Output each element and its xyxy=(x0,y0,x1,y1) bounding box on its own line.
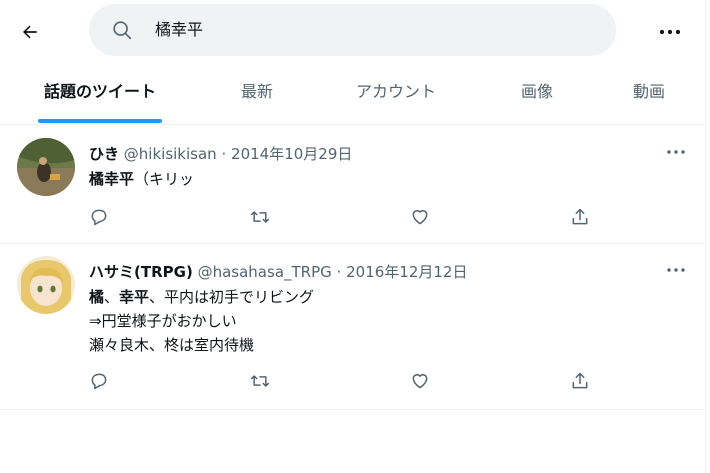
more-horizontal-icon xyxy=(659,29,681,35)
tweet-text-rest: 、平内は初手でリビング xyxy=(149,288,315,306)
reply-icon xyxy=(91,209,107,226)
column-border xyxy=(705,0,706,473)
tweet-date[interactable]: 2016年12月12日 xyxy=(346,263,467,281)
tweet-text-line: 橘、幸平、平内は初手でリビング xyxy=(89,285,314,309)
active-tab-indicator xyxy=(38,119,162,123)
share-icon xyxy=(572,208,588,225)
retweet-button[interactable] xyxy=(247,204,273,230)
separator: · xyxy=(221,145,227,163)
avatar[interactable] xyxy=(17,256,75,314)
more-options-button[interactable] xyxy=(652,14,688,50)
avatar-image xyxy=(17,138,75,196)
handle[interactable]: @hasahasa_TRPG xyxy=(198,263,332,281)
search-tabs: 話題のツイート 最新 アカウント 画像 動画 xyxy=(0,62,705,125)
reply-button[interactable] xyxy=(86,368,112,394)
search-box[interactable] xyxy=(89,4,616,56)
tweet[interactable]: ひき @hikisikisan · 2014年10月29日 橘幸平（キリッ xyxy=(0,126,705,244)
highlight-text: 幸平 xyxy=(119,288,150,306)
highlight-text: 橘 xyxy=(89,288,105,306)
tab-latest[interactable]: 最新 xyxy=(225,62,289,124)
like-button[interactable] xyxy=(407,204,433,230)
handle[interactable]: @hikisikisan xyxy=(124,145,217,163)
top-bar xyxy=(0,0,705,62)
like-button[interactable] xyxy=(407,368,433,394)
tab-photos[interactable]: 画像 xyxy=(505,62,569,124)
tab-videos[interactable]: 動画 xyxy=(617,62,681,124)
separator: · xyxy=(336,263,342,281)
tab-accounts[interactable]: アカウント xyxy=(340,62,452,124)
share-button[interactable] xyxy=(567,204,593,230)
display-name[interactable]: ハサミ(TRPG) xyxy=(89,263,193,281)
reply-button[interactable] xyxy=(86,204,112,230)
retweet-icon xyxy=(250,211,270,223)
heart-icon xyxy=(412,210,428,225)
retweet-icon xyxy=(250,375,270,387)
avatar-image xyxy=(17,256,75,314)
avatar[interactable] xyxy=(17,138,75,196)
tweet-more-button[interactable] xyxy=(662,260,690,280)
search-icon xyxy=(113,21,132,40)
tweet-text-rest: （キリッ xyxy=(134,170,195,188)
more-horizontal-icon xyxy=(667,150,685,154)
tweet-date[interactable]: 2014年10月29日 xyxy=(231,145,352,163)
arrow-left-icon xyxy=(23,25,37,39)
heart-icon xyxy=(412,374,428,389)
reply-icon xyxy=(91,373,107,390)
share-icon xyxy=(572,372,588,389)
search-input[interactable] xyxy=(155,4,575,56)
tweet-text-line: ⇒円堂様子がおかしい xyxy=(89,312,237,330)
display-name[interactable]: ひき xyxy=(89,145,119,163)
more-horizontal-icon xyxy=(667,268,685,272)
tweet[interactable]: ハサミ(TRPG) @hasahasa_TRPG · 2016年12月12日 橘… xyxy=(0,244,705,410)
tweet-more-button[interactable] xyxy=(662,142,690,162)
retweet-button[interactable] xyxy=(247,368,273,394)
tweet-text-line: 瀬々良木、柊は室内待機 xyxy=(89,336,255,354)
highlight-text: 橘幸平 xyxy=(89,170,135,188)
tab-top[interactable]: 話題のツイート xyxy=(38,62,162,124)
tweet-text: 橘幸平（キリッ xyxy=(89,167,194,191)
tweet-header: ハサミ(TRPG) @hasahasa_TRPG · 2016年12月12日 xyxy=(89,261,467,282)
separator-text: 、 xyxy=(104,288,120,306)
share-button[interactable] xyxy=(567,368,593,394)
tweet-header: ひき @hikisikisan · 2014年10月29日 xyxy=(89,143,352,164)
back-button[interactable] xyxy=(12,14,48,50)
